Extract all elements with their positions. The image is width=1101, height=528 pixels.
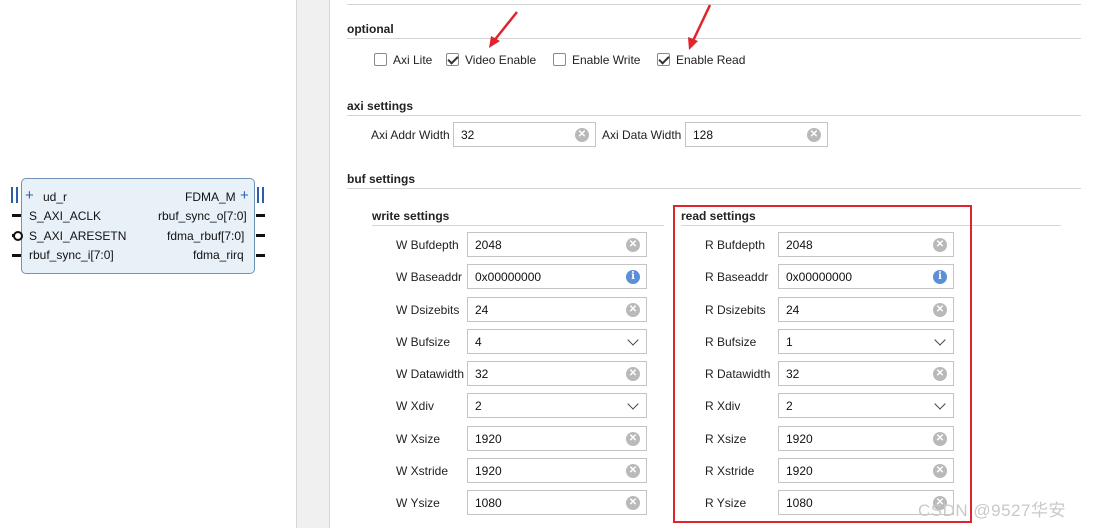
pin-label: rbuf_sync_i[7:0] <box>29 248 114 262</box>
setting-label: W Dsizebits <box>396 303 460 317</box>
pin-stub <box>256 234 265 237</box>
checkbox-video-enable[interactable] <box>446 53 459 66</box>
clear-icon[interactable]: ✕ <box>626 367 640 381</box>
watermark: CSDN @9527华安 <box>918 501 1066 520</box>
pin-stub <box>12 214 21 217</box>
setting-input[interactable]: 1920 ✕ <box>467 458 647 483</box>
pin-stub <box>256 254 265 257</box>
bus-interface-icon <box>262 187 264 203</box>
divider <box>347 4 1081 5</box>
checkbox-axi-lite[interactable] <box>374 53 387 66</box>
clear-icon[interactable]: ✕ <box>575 128 589 142</box>
clear-icon[interactable]: ✕ <box>626 496 640 510</box>
pin-label: S_AXI_ARESETN <box>29 229 127 243</box>
ip-symbol-pane: + ud_r S_AXI_ACLK S_AXI_ARESETN rbuf_syn… <box>0 0 296 528</box>
setting-input[interactable]: 24 ✕ <box>467 297 647 322</box>
setting-dropdown[interactable]: 2 <box>467 393 647 418</box>
pin-label: S_AXI_ACLK <box>29 209 102 223</box>
section-title-buf-settings: buf settings <box>347 172 415 186</box>
setting-input[interactable]: 32 ✕ <box>467 361 647 386</box>
expand-plus-icon[interactable]: + <box>25 188 34 203</box>
setting-dropdown[interactable]: 4 <box>467 329 647 354</box>
divider <box>347 115 1081 116</box>
section-title-write-settings: write settings <box>372 209 450 223</box>
setting-label: W Xstride <box>396 464 449 478</box>
bus-interface-icon <box>257 187 259 203</box>
checkbox-label: Video Enable <box>465 53 537 67</box>
checkbox-enable-read[interactable] <box>657 53 670 66</box>
clear-icon[interactable]: ✕ <box>626 303 640 317</box>
setting-input[interactable]: 1920 ✕ <box>467 426 647 451</box>
divider <box>372 225 664 226</box>
setting-label: W Baseaddr <box>396 270 463 284</box>
clear-icon[interactable]: ✕ <box>626 238 640 252</box>
divider <box>347 38 1081 39</box>
clear-icon[interactable]: ✕ <box>807 128 821 142</box>
setting-label: W Bufdepth <box>396 238 459 252</box>
chevron-down-icon[interactable] <box>627 334 639 346</box>
setting-label: W Bufsize <box>396 335 451 349</box>
section-title-axi-settings: axi settings <box>347 99 414 113</box>
pin-stub <box>256 214 265 217</box>
checkbox-label: Enable Read <box>676 53 746 67</box>
read-settings-highlight-box <box>673 205 972 523</box>
clear-icon[interactable]: ✕ <box>626 432 640 446</box>
pin-label: ud_r <box>43 190 68 204</box>
checkbox-label: Enable Write <box>572 53 641 67</box>
divider <box>347 188 1081 189</box>
clear-icon[interactable]: ✕ <box>626 464 640 478</box>
section-title-optional: optional <box>347 22 394 36</box>
bus-interface-icon <box>16 187 18 203</box>
pin-label: fdma_rirq <box>193 248 244 262</box>
inverted-input-bubble-icon <box>13 231 23 241</box>
checkbox-label: Axi Lite <box>393 53 433 67</box>
pane-splitter[interactable] <box>296 0 330 528</box>
chevron-down-icon[interactable] <box>627 398 639 410</box>
setting-label: W Datawidth <box>396 367 465 381</box>
axi-addr-width-label: Axi Addr Width <box>371 128 450 142</box>
pin-label: fdma_rbuf[7:0] <box>167 229 245 243</box>
red-annotation-arrow <box>489 11 518 48</box>
expand-plus-icon[interactable]: + <box>240 188 249 203</box>
setting-input[interactable]: 2048 ✕ <box>467 232 647 257</box>
info-icon[interactable]: i <box>626 270 640 284</box>
setting-label: W Ysize <box>396 496 440 510</box>
checkbox-enable-write[interactable] <box>553 53 566 66</box>
setting-input[interactable]: 1080 ✕ <box>467 490 647 515</box>
pin-stub <box>12 254 21 257</box>
pin-label: FDMA_M <box>185 190 236 204</box>
red-annotation-arrow <box>688 4 712 50</box>
axi-data-width-label: Axi Data Width <box>602 128 682 142</box>
setting-label: W Xsize <box>396 432 441 446</box>
setting-label: W Xdiv <box>396 399 435 413</box>
setting-input[interactable]: 0x00000000 i <box>467 264 647 289</box>
bus-interface-icon <box>11 187 13 203</box>
pin-label: rbuf_sync_o[7:0] <box>158 209 247 223</box>
axi-addr-width-input[interactable]: 32 ✕ <box>453 122 596 147</box>
axi-data-width-input[interactable]: 128 ✕ <box>685 122 828 147</box>
